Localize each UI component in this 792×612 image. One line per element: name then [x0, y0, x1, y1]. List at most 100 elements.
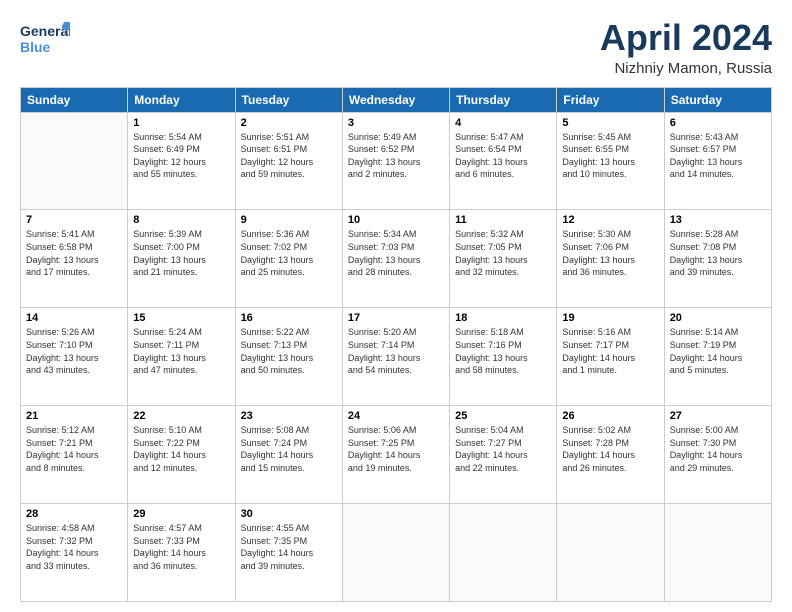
day-info: Sunrise: 5:41 AM Sunset: 6:58 PM Dayligh… [26, 228, 122, 278]
table-cell: 25 Sunrise: 5:04 AM Sunset: 7:27 PM Dayli… [450, 406, 557, 504]
table-cell: 29 Sunrise: 4:57 AM Sunset: 7:33 PM Dayli… [128, 504, 235, 602]
table-cell: 19Sunrise: 5:16 AM Sunset: 7:17 PM Dayli… [557, 308, 664, 406]
table-cell: 9 Sunrise: 5:36 AM Sunset: 7:02 PM Daylig… [235, 210, 342, 308]
day-number: 9 [241, 214, 337, 226]
table-cell: 18 Sunrise: 5:18 AM Sunset: 7:16 PM Dayli… [450, 308, 557, 406]
calendar-page: General Blue April 2024 Nizhniy Mamon, R… [0, 0, 792, 612]
day-info: Sunrise: 5:16 AM Sunset: 7:17 PM Dayligh… [562, 326, 658, 376]
day-info: Sunrise: 4:58 AM Sunset: 7:32 PM Dayligh… [26, 522, 122, 572]
table-cell: 8 Sunrise: 5:39 AM Sunset: 7:00 PM Daylig… [128, 210, 235, 308]
table-cell: 15 Sunrise: 5:24 AM Sunset: 7:11 PM Dayli… [128, 308, 235, 406]
day-number: 2 [241, 117, 337, 129]
table-cell: 22Sunrise: 5:10 AM Sunset: 7:22 PM Dayli… [128, 406, 235, 504]
table-cell: 27 Sunrise: 5:00 AM Sunset: 7:30 PM Dayli… [664, 406, 771, 504]
day-info: Sunrise: 5:02 AM Sunset: 7:28 PM Dayligh… [562, 424, 658, 474]
day-number: 30 [241, 508, 337, 520]
table-cell: 2 Sunrise: 5:51 AM Sunset: 6:51 PM Daylig… [235, 112, 342, 210]
day-info: Sunrise: 5:49 AM Sunset: 6:52 PM Dayligh… [348, 131, 444, 181]
col-sunday: Sunday [21, 87, 128, 112]
day-number: 5 [562, 117, 658, 129]
day-info: Sunrise: 5:24 AM Sunset: 7:11 PM Dayligh… [133, 326, 229, 376]
day-number: 11 [455, 214, 551, 226]
table-cell: 26 Sunrise: 5:02 AM Sunset: 7:28 PM Dayli… [557, 406, 664, 504]
table-cell [664, 504, 771, 602]
day-info: Sunrise: 5:36 AM Sunset: 7:02 PM Dayligh… [241, 228, 337, 278]
day-info: Sunrise: 5:32 AM Sunset: 7:05 PM Dayligh… [455, 228, 551, 278]
table-cell: 10Sunrise: 5:34 AM Sunset: 7:03 PM Dayli… [342, 210, 449, 308]
logo-svg: General Blue [20, 18, 70, 60]
day-number: 7 [26, 214, 122, 226]
day-number: 24 [348, 410, 444, 422]
day-info: Sunrise: 5:47 AM Sunset: 6:54 PM Dayligh… [455, 131, 551, 181]
table-cell [450, 504, 557, 602]
day-number: 16 [241, 312, 337, 324]
calendar-row: 1 Sunrise: 5:54 AM Sunset: 6:49 PM Daylig… [21, 112, 772, 210]
day-info: Sunrise: 5:00 AM Sunset: 7:30 PM Dayligh… [670, 424, 766, 474]
table-cell: 13 Sunrise: 5:28 AM Sunset: 7:08 PM Dayli… [664, 210, 771, 308]
table-cell: 20Sunrise: 5:14 AM Sunset: 7:19 PM Dayli… [664, 308, 771, 406]
day-number: 28 [26, 508, 122, 520]
col-thursday: Thursday [450, 87, 557, 112]
day-info: Sunrise: 5:30 AM Sunset: 7:06 PM Dayligh… [562, 228, 658, 278]
day-number: 18 [455, 312, 551, 324]
table-cell [557, 504, 664, 602]
day-info: Sunrise: 5:51 AM Sunset: 6:51 PM Dayligh… [241, 131, 337, 181]
day-number: 1 [133, 117, 229, 129]
day-info: Sunrise: 5:04 AM Sunset: 7:27 PM Dayligh… [455, 424, 551, 474]
day-info: Sunrise: 5:45 AM Sunset: 6:55 PM Dayligh… [562, 131, 658, 181]
col-saturday: Saturday [664, 87, 771, 112]
table-cell: 30Sunrise: 4:55 AM Sunset: 7:35 PM Dayli… [235, 504, 342, 602]
col-monday: Monday [128, 87, 235, 112]
table-cell: 23Sunrise: 5:08 AM Sunset: 7:24 PM Dayli… [235, 406, 342, 504]
header: General Blue April 2024 Nizhniy Mamon, R… [20, 18, 772, 77]
day-number: 20 [670, 312, 766, 324]
day-number: 14 [26, 312, 122, 324]
table-cell: 17 Sunrise: 5:20 AM Sunset: 7:14 PM Dayli… [342, 308, 449, 406]
day-number: 4 [455, 117, 551, 129]
day-number: 8 [133, 214, 229, 226]
day-number: 29 [133, 508, 229, 520]
calendar-title: April 2024 [600, 18, 772, 58]
table-cell: 3 Sunrise: 5:49 AM Sunset: 6:52 PM Daylig… [342, 112, 449, 210]
day-info: Sunrise: 5:54 AM Sunset: 6:49 PM Dayligh… [133, 131, 229, 181]
day-info: Sunrise: 4:57 AM Sunset: 7:33 PM Dayligh… [133, 522, 229, 572]
table-cell: 6Sunrise: 5:43 AM Sunset: 6:57 PM Daylig… [664, 112, 771, 210]
calendar-row: 7 Sunrise: 5:41 AM Sunset: 6:58 PM Daylig… [21, 210, 772, 308]
calendar-row: 21Sunrise: 5:12 AM Sunset: 7:21 PM Dayli… [21, 406, 772, 504]
table-cell [21, 112, 128, 210]
table-cell: 11 Sunrise: 5:32 AM Sunset: 7:05 PM Dayli… [450, 210, 557, 308]
day-info: Sunrise: 5:06 AM Sunset: 7:25 PM Dayligh… [348, 424, 444, 474]
table-cell: 14 Sunrise: 5:26 AM Sunset: 7:10 PM Dayli… [21, 308, 128, 406]
day-number: 3 [348, 117, 444, 129]
header-row: Sunday Monday Tuesday Wednesday Thursday… [21, 87, 772, 112]
day-info: Sunrise: 5:20 AM Sunset: 7:14 PM Dayligh… [348, 326, 444, 376]
calendar-row: 28 Sunrise: 4:58 AM Sunset: 7:32 PM Dayli… [21, 504, 772, 602]
day-info: Sunrise: 5:28 AM Sunset: 7:08 PM Dayligh… [670, 228, 766, 278]
col-tuesday: Tuesday [235, 87, 342, 112]
day-info: Sunrise: 5:18 AM Sunset: 7:16 PM Dayligh… [455, 326, 551, 376]
day-info: Sunrise: 5:39 AM Sunset: 7:00 PM Dayligh… [133, 228, 229, 278]
calendar-subtitle: Nizhniy Mamon, Russia [600, 60, 772, 77]
calendar-table: Sunday Monday Tuesday Wednesday Thursday… [20, 87, 772, 602]
day-number: 6 [670, 117, 766, 129]
table-cell: 28 Sunrise: 4:58 AM Sunset: 7:32 PM Dayli… [21, 504, 128, 602]
col-friday: Friday [557, 87, 664, 112]
day-number: 25 [455, 410, 551, 422]
logo: General Blue [20, 18, 70, 60]
table-cell: 24 Sunrise: 5:06 AM Sunset: 7:25 PM Dayli… [342, 406, 449, 504]
table-cell: 21Sunrise: 5:12 AM Sunset: 7:21 PM Dayli… [21, 406, 128, 504]
calendar-row: 14 Sunrise: 5:26 AM Sunset: 7:10 PM Dayli… [21, 308, 772, 406]
day-number: 27 [670, 410, 766, 422]
day-number: 26 [562, 410, 658, 422]
table-cell: 12Sunrise: 5:30 AM Sunset: 7:06 PM Dayli… [557, 210, 664, 308]
day-number: 13 [670, 214, 766, 226]
table-cell: 16Sunrise: 5:22 AM Sunset: 7:13 PM Dayli… [235, 308, 342, 406]
table-cell [342, 504, 449, 602]
day-number: 15 [133, 312, 229, 324]
day-number: 17 [348, 312, 444, 324]
day-info: Sunrise: 5:26 AM Sunset: 7:10 PM Dayligh… [26, 326, 122, 376]
table-cell: 1 Sunrise: 5:54 AM Sunset: 6:49 PM Daylig… [128, 112, 235, 210]
day-info: Sunrise: 5:12 AM Sunset: 7:21 PM Dayligh… [26, 424, 122, 474]
day-number: 23 [241, 410, 337, 422]
table-cell: 7 Sunrise: 5:41 AM Sunset: 6:58 PM Daylig… [21, 210, 128, 308]
